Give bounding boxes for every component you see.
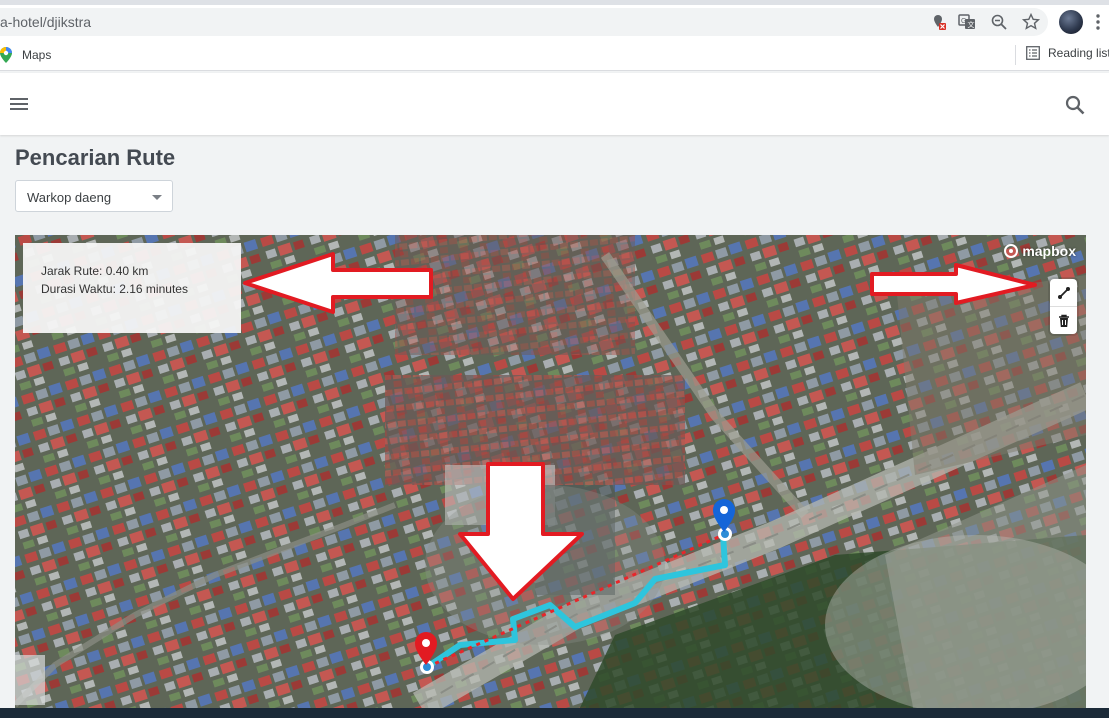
address-url[interactable]: a-hotel/djikstra — [0, 14, 91, 30]
map-view[interactable]: Jarak Rute: 0.40 km Durasi Waktu: 2.16 m… — [15, 235, 1086, 718]
bookmark-maps[interactable]: Maps — [0, 47, 51, 63]
mapbox-logo[interactable]: mapbox — [1004, 243, 1076, 259]
destination-select[interactable]: Warkop daeng — [15, 180, 173, 212]
browser-toolbar: a-hotel/djikstra G 文 — [0, 5, 1109, 39]
app-header — [0, 73, 1109, 135]
mapbox-attribution: mapbox — [1022, 243, 1076, 259]
profile-avatar[interactable] — [1059, 10, 1083, 34]
bookmarks-bar: Maps Reading list — [0, 39, 1109, 71]
bookmarks-separator — [1015, 45, 1016, 65]
blocked-popup-icon[interactable] — [928, 12, 948, 32]
reading-list-icon — [1026, 46, 1040, 60]
browser-menu-icon[interactable] — [1096, 13, 1100, 31]
bookmark-maps-label: Maps — [22, 48, 52, 62]
reading-list-label: Reading list — [1048, 46, 1109, 60]
mapbox-logo-icon — [1004, 244, 1019, 258]
page-title: Pencarian Rute — [15, 145, 176, 170]
address-bar[interactable]: a-hotel/djikstra G 文 — [0, 8, 1048, 36]
reading-list-button[interactable]: Reading list — [1026, 46, 1109, 60]
chevron-down-icon — [152, 195, 162, 200]
draw-line-button[interactable] — [1050, 279, 1077, 306]
svg-text:G: G — [961, 18, 966, 25]
search-icon[interactable] — [1064, 94, 1086, 116]
maps-pin-icon — [0, 47, 12, 63]
translate-icon[interactable]: G 文 — [957, 12, 977, 32]
route-info-panel: Jarak Rute: 0.40 km Durasi Waktu: 2.16 m… — [23, 243, 241, 333]
svg-text:文: 文 — [968, 20, 975, 29]
destination-select-value: Warkop daeng — [27, 190, 112, 205]
hamburger-menu-icon[interactable] — [8, 94, 30, 114]
zoom-out-icon[interactable] — [989, 12, 1009, 32]
os-taskbar — [0, 708, 1109, 718]
draw-controls — [1050, 279, 1077, 334]
route-duration: Durasi Waktu: 2.16 minutes — [41, 282, 188, 296]
bookmark-star-icon[interactable] — [1021, 12, 1041, 32]
draw-line-icon — [1057, 286, 1070, 299]
route-distance: Jarak Rute: 0.40 km — [41, 264, 149, 278]
trash-button[interactable] — [1050, 306, 1077, 334]
trash-icon — [1058, 314, 1069, 327]
